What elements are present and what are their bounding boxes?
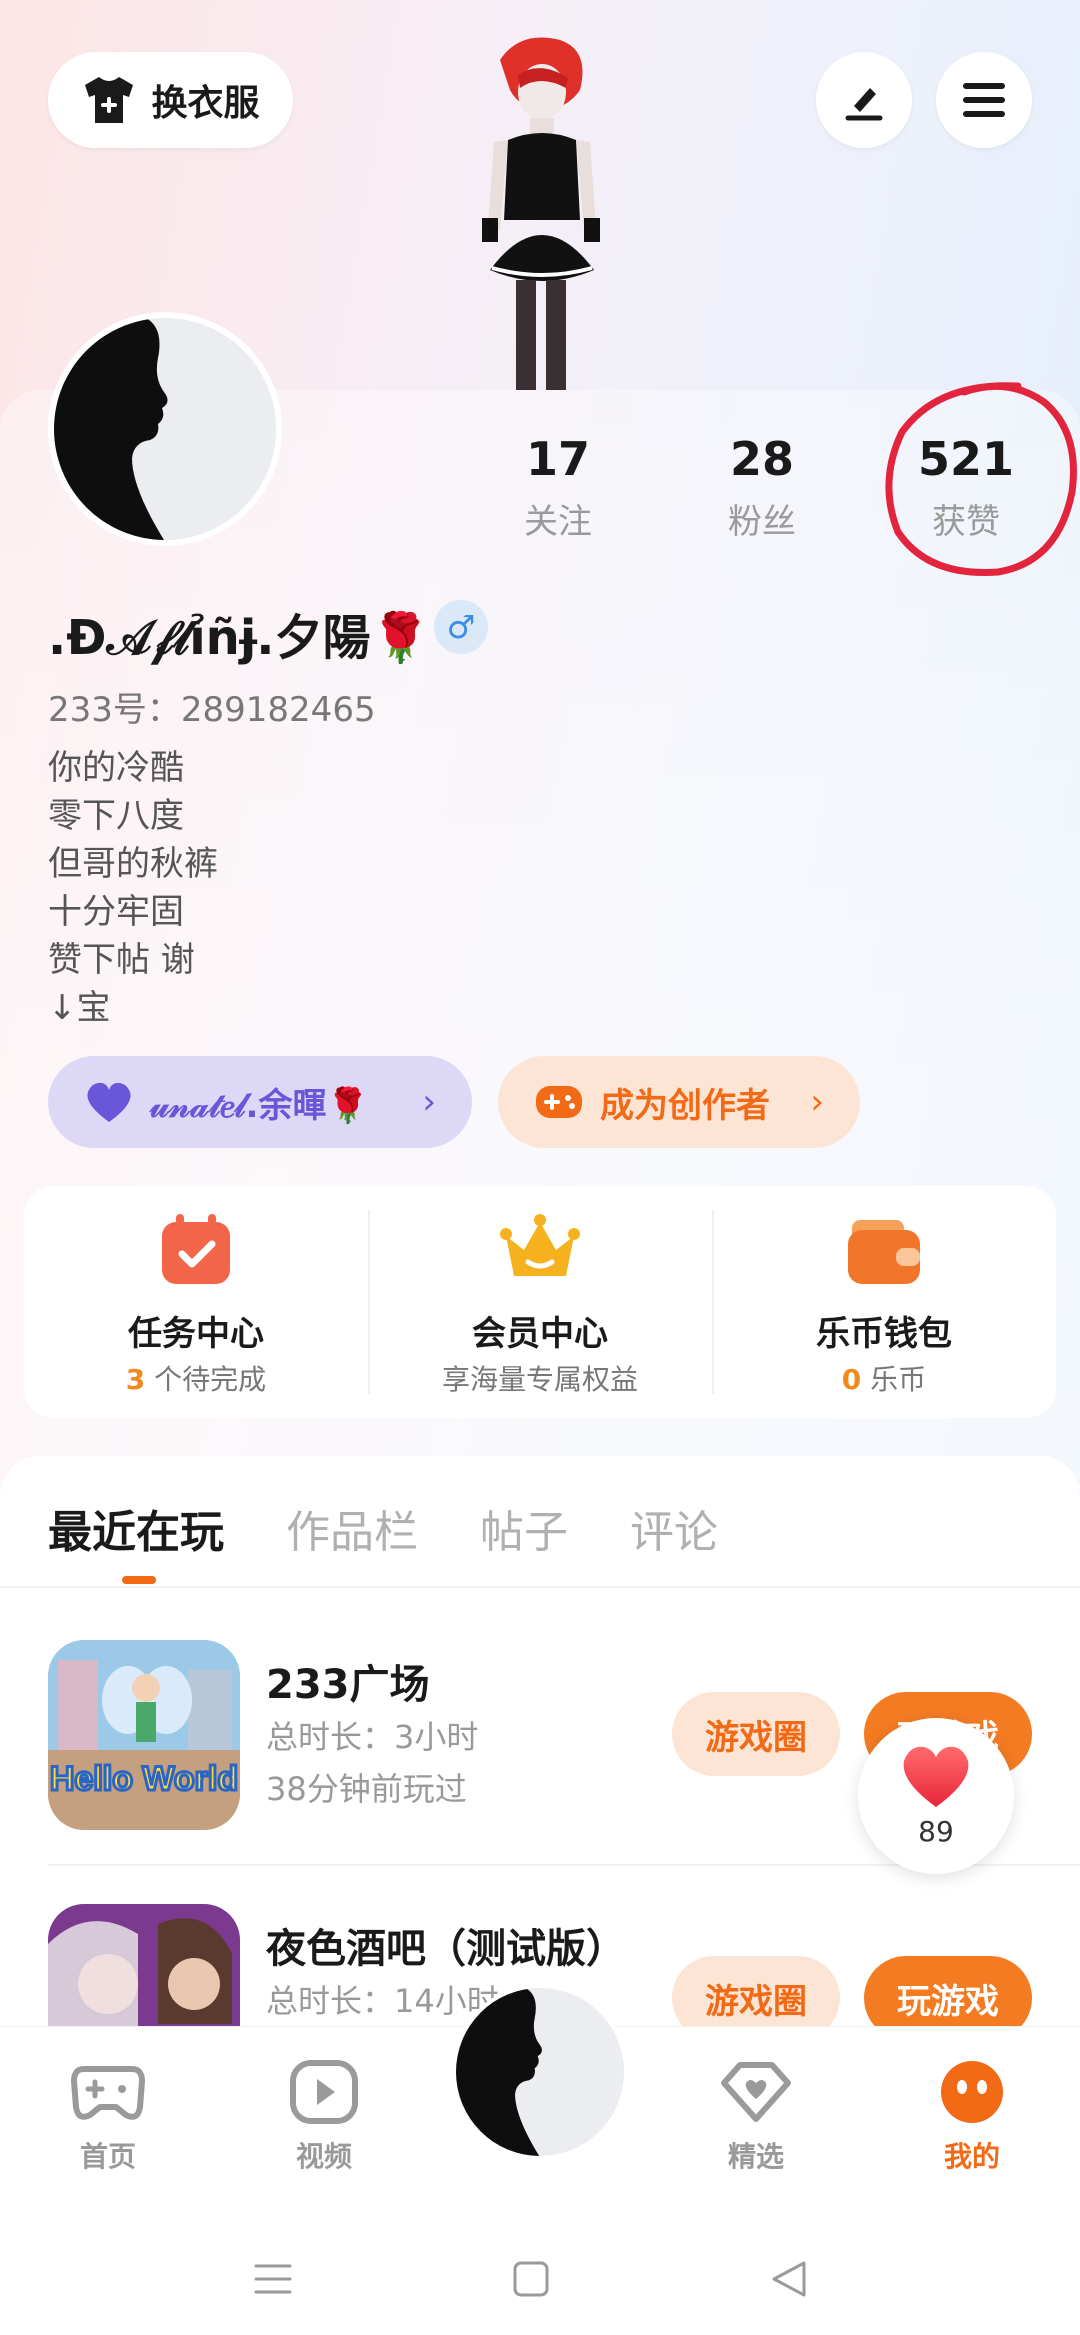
calendar-check-icon [162, 1214, 230, 1284]
nav-video[interactable]: 视频 [254, 2059, 394, 2175]
tab-divider [0, 1586, 1080, 1588]
following-label: 关注 [524, 502, 592, 542]
red-circle-annotation [885, 382, 1077, 576]
back-triangle-icon[interactable] [770, 2260, 808, 2298]
profile-avatar[interactable] [48, 312, 282, 546]
bio-line: 零下八度 [48, 796, 184, 836]
game-duration: 总时长：3小时 [266, 1718, 479, 1756]
game-thumbnail-image: Hello World [48, 1640, 240, 1830]
gamepad-icon [536, 1086, 582, 1118]
profile-tabs: 最近在玩 作品栏 帖子 评论 [48, 1496, 718, 1560]
game-thumbnail[interactable]: Hello World [48, 1640, 240, 1830]
user-id[interactable]: 233号：289182465 [48, 682, 376, 731]
coin-wallet[interactable]: 乐币钱包 0 乐币 [712, 1186, 1056, 1418]
vip-sub-text: 享海量专属权益 [441, 1363, 638, 1396]
game-last-played: 38分钟前玩过 [266, 1770, 467, 1808]
followers-label: 粉丝 [728, 502, 796, 542]
face-icon [941, 2061, 1003, 2123]
game-duration: 总时长：14小时 [266, 1982, 499, 2020]
bio-line: 你的冷酷 [48, 748, 184, 788]
avatar-3d-figure[interactable] [430, 30, 650, 390]
like-count: 89 [918, 1814, 954, 1848]
nav-center-avatar[interactable] [452, 1984, 628, 2160]
task-center-title: 任务中心 [128, 1314, 264, 1354]
game-circle-button[interactable]: 游戏圈 [672, 1692, 840, 1776]
system-navigation-bar [0, 2216, 1080, 2335]
task-center[interactable]: 任务中心 3 个待完成 [24, 1186, 368, 1418]
change-outfit-button[interactable]: 换衣服 [48, 52, 293, 148]
bio: 你的冷酷 零下八度 但哥的秋裤 十分牢固 赞下帖 谢 ↓宝 [48, 744, 218, 1032]
edit-profile-button[interactable] [816, 52, 912, 148]
bio-line: 但哥的秋裤 [48, 844, 218, 884]
thumbnail-text: Hello World [50, 1760, 238, 1798]
followers-count: 28 [729, 432, 794, 486]
nav-me[interactable]: 我的 [902, 2059, 1042, 2175]
game-name: 夜色酒吧（测试版） [266, 1926, 626, 1972]
nav-me-label: 我的 [943, 2140, 1000, 2173]
vip-center-sub: 享海量专属权益 [368, 1358, 712, 1398]
nav-home-label: 首页 [79, 2140, 136, 2173]
play-icon [290, 2060, 358, 2124]
heart-diamond-icon [721, 2062, 791, 2122]
crown-icon [500, 1214, 580, 1276]
game-name: 233广场 [266, 1662, 430, 1708]
chevron-right-icon: › [810, 1082, 824, 1122]
partner-pill[interactable]: 𝓊𝓃𝒶𝓉𝑒𝓁.余暉🌹 › [48, 1056, 472, 1148]
become-creator-label: 成为创作者 [600, 1085, 770, 1126]
bio-line: ↓宝 [48, 988, 111, 1028]
nav-home[interactable]: 首页 [38, 2059, 178, 2175]
nav-featured-label: 精选 [727, 2140, 784, 2173]
bio-line: 赞下帖 谢 [48, 940, 195, 980]
vip-center[interactable]: 会员中心 享海量专属权益 [368, 1186, 712, 1418]
nav-featured[interactable]: 精选 [686, 2059, 826, 2175]
coin-wallet-sub: 0 乐币 [712, 1358, 1056, 1398]
partner-name: 𝓊𝓃𝒶𝓉𝑒𝓁.余暉🌹 [150, 1085, 369, 1126]
nav-video-label: 视频 [295, 2140, 352, 2173]
silhouette-image [456, 1988, 624, 2156]
tab-works[interactable]: 作品栏 [286, 1496, 418, 1560]
task-center-sub: 3 个待完成 [24, 1358, 368, 1398]
services-card: 任务中心 3 个待完成 会员中心 享海量专属权益 乐币钱包 0 乐币 [24, 1186, 1056, 1418]
become-creator-button[interactable]: 成为创作者 › [498, 1056, 860, 1148]
menu-icon[interactable] [254, 2260, 292, 2298]
gamepad-icon [71, 2066, 145, 2120]
tab-comments[interactable]: 评论 [630, 1496, 718, 1560]
tshirt-plus-icon [85, 77, 134, 123]
tab-recently-played[interactable]: 最近在玩 [48, 1496, 224, 1560]
wallet-icon [848, 1220, 920, 1284]
following-count: 17 [525, 432, 590, 486]
chevron-right-icon: › [422, 1082, 436, 1122]
followers-stat[interactable]: 28 粉丝 [682, 432, 842, 543]
active-tab-indicator [122, 1576, 156, 1584]
heart-icon [903, 1746, 969, 1807]
tab-posts[interactable]: 帖子 [480, 1496, 568, 1560]
following-stat[interactable]: 17 关注 [478, 432, 638, 543]
silhouette-image [54, 318, 276, 540]
vip-center-title: 会员中心 [472, 1314, 608, 1354]
coin-sub-text: 乐币 [861, 1363, 927, 1396]
task-count: 3 [125, 1363, 146, 1396]
coin-wallet-title: 乐币钱包 [816, 1314, 952, 1354]
change-outfit-label: 换衣服 [151, 83, 260, 124]
center-avatar-image [456, 1988, 624, 2156]
coin-count: 0 [841, 1363, 862, 1396]
home-square-icon[interactable] [512, 2260, 550, 2298]
hamburger-icon [963, 83, 1005, 117]
task-sub-text: 个待完成 [145, 1363, 267, 1396]
username: .Ɖ𝒜𝒻𝓁ỉñɉ.夕陽🌹 [48, 610, 431, 666]
pen-icon [845, 88, 883, 121]
menu-button[interactable] [936, 52, 1032, 148]
like-float-button[interactable]: 89 [858, 1718, 1014, 1874]
bio-line: 十分牢固 [48, 892, 184, 932]
male-gender-icon: ♂ [434, 600, 488, 654]
heart-icon [87, 1082, 131, 1122]
